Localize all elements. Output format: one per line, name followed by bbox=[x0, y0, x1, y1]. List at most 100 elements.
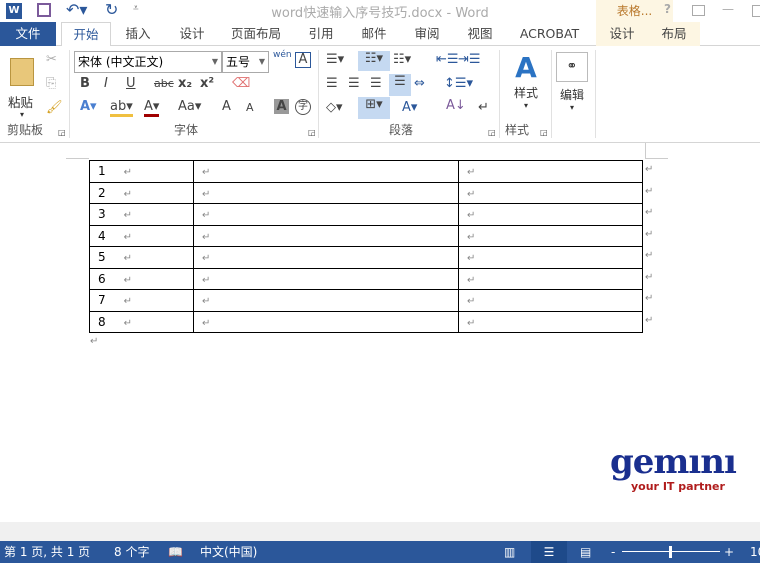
character-shading-button[interactable]: A bbox=[274, 99, 289, 114]
table-cell[interactable]: ↵ bbox=[193, 181, 459, 204]
tab-acrobat[interactable]: ACROBAT bbox=[512, 22, 587, 46]
zoom-slider-thumb[interactable] bbox=[669, 546, 672, 558]
print-layout-icon[interactable]: ☰ bbox=[531, 541, 567, 563]
cut-icon[interactable]: ✂ bbox=[46, 52, 57, 67]
clear-formatting-icon[interactable]: ⌫ bbox=[232, 76, 250, 91]
enclose-characters-button[interactable]: 字 bbox=[295, 99, 311, 115]
styles-button[interactable]: A 样式 ▾ bbox=[506, 52, 546, 124]
tab-review[interactable]: 审阅 bbox=[405, 22, 449, 46]
font-name-select[interactable]: 宋体 (中文正文) ▼ bbox=[74, 51, 222, 73]
web-layout-icon[interactable]: ▤ bbox=[580, 541, 591, 563]
dialog-launcher-icon[interactable]: ◲ bbox=[488, 128, 496, 137]
tab-view[interactable]: 视图 bbox=[458, 22, 502, 46]
table-cell[interactable]: 8 ↵ bbox=[89, 310, 194, 333]
zoom-out-button[interactable]: - bbox=[611, 541, 615, 563]
table-cell[interactable]: ↵ bbox=[458, 246, 643, 269]
table-cell[interactable]: ↵ bbox=[193, 160, 459, 183]
asian-layout-button[interactable]: A▾ bbox=[402, 100, 417, 115]
table-cell[interactable]: ↵ bbox=[193, 267, 459, 290]
table-cell[interactable]: 7 ↵ bbox=[89, 289, 194, 312]
row-end-mark: ↵ bbox=[645, 228, 654, 240]
table-cell[interactable]: ↵ bbox=[458, 267, 643, 290]
borders-button[interactable]: ⊞▾ bbox=[358, 97, 390, 119]
tab-home[interactable]: 开始 bbox=[61, 22, 111, 47]
dialog-launcher-icon[interactable]: ◲ bbox=[58, 128, 66, 137]
table-cell[interactable]: 1 ↵ bbox=[89, 160, 194, 183]
text-effects-button[interactable]: A▾ bbox=[80, 99, 97, 114]
bold-button[interactable]: B bbox=[80, 76, 90, 91]
tab-insert[interactable]: 插入 bbox=[116, 22, 160, 46]
table-cell[interactable]: ↵ bbox=[193, 224, 459, 247]
tab-table-design[interactable]: 设计 bbox=[596, 22, 648, 46]
format-painter-icon[interactable]: 🖌 bbox=[46, 100, 63, 115]
underline-button[interactable]: U bbox=[126, 76, 136, 91]
zoom-level[interactable]: 10 bbox=[750, 541, 760, 563]
show-marks-button[interactable]: ↵ bbox=[478, 100, 489, 115]
page-count[interactable]: 第 1 页, 共 1 页 bbox=[4, 541, 90, 563]
table-cell[interactable]: ↵ bbox=[458, 289, 643, 312]
table-cell[interactable]: ↵ bbox=[458, 203, 643, 226]
tab-table-layout[interactable]: 布局 bbox=[648, 22, 700, 46]
justify-button[interactable]: ☰ bbox=[389, 74, 411, 96]
word-count[interactable]: 8 个字 bbox=[114, 541, 149, 563]
grow-font-button[interactable]: A bbox=[222, 99, 231, 114]
strikethrough-button[interactable]: abc bbox=[154, 77, 174, 90]
table-cell[interactable]: 2 ↵ bbox=[89, 181, 194, 204]
maximize-button[interactable] bbox=[752, 5, 760, 17]
proofing-icon[interactable]: 📖 bbox=[168, 541, 183, 563]
help-button[interactable]: ? bbox=[664, 2, 671, 16]
shading-button[interactable]: ◇▾ bbox=[326, 100, 343, 115]
table-cell[interactable]: 5 ↵ bbox=[89, 246, 194, 269]
chevron-down-icon: ▾ bbox=[569, 103, 574, 112]
multilevel-list-button[interactable]: ☷▾ bbox=[393, 52, 411, 67]
character-border-button[interactable]: A bbox=[295, 52, 311, 68]
align-center-button[interactable]: ☰ bbox=[348, 76, 360, 91]
language[interactable]: 中文(中国) bbox=[200, 541, 257, 563]
table-cell[interactable]: ↵ bbox=[458, 181, 643, 204]
table-cell[interactable]: ↵ bbox=[458, 310, 643, 333]
line-spacing-button[interactable]: ↕☰▾ bbox=[444, 76, 473, 91]
read-mode-icon[interactable]: ▥ bbox=[504, 541, 515, 563]
italic-button[interactable]: I bbox=[104, 76, 108, 91]
distributed-button[interactable]: ⇔ bbox=[414, 76, 425, 91]
table-cell[interactable]: ↵ bbox=[193, 310, 459, 333]
change-case-button[interactable]: Aa▾ bbox=[178, 99, 201, 114]
table-cell[interactable]: ↵ bbox=[193, 246, 459, 269]
increase-indent-button[interactable]: ⇥☰ bbox=[458, 52, 481, 67]
sort-button[interactable]: A↓ bbox=[446, 98, 466, 113]
dialog-launcher-icon[interactable]: ◲ bbox=[308, 128, 316, 137]
table-cell[interactable]: ↵ bbox=[458, 224, 643, 247]
table-cell[interactable]: 6 ↵ bbox=[89, 267, 194, 290]
font-color-button[interactable]: A▾ bbox=[144, 99, 160, 117]
numbering-button[interactable]: ☷▾ bbox=[358, 51, 390, 71]
ribbon-display-icon[interactable] bbox=[692, 5, 705, 16]
minimize-button[interactable]: — bbox=[722, 2, 734, 16]
copy-icon[interactable]: ⎘ bbox=[46, 76, 56, 91]
highlight-button[interactable]: ab▾ bbox=[110, 99, 133, 117]
tab-mailings[interactable]: 邮件 bbox=[352, 22, 396, 46]
document-table[interactable]: 1 ↵ ↵ ↵ 2 ↵ ↵ ↵ 3 ↵ ↵ ↵ 4 ↵ ↵ ↵ 5 ↵ ↵ ↵ 6 ↵ ↵ ↵ 7 ↵ ↵ ↵ 8 ↵ ↵ ↵ bbox=[89, 160, 643, 333]
align-right-button[interactable]: ☰ bbox=[370, 76, 382, 91]
superscript-button[interactable]: x² bbox=[200, 76, 214, 91]
decrease-indent-button[interactable]: ⇤☰ bbox=[436, 52, 459, 67]
table-cell[interactable]: 4 ↵ bbox=[89, 224, 194, 247]
bullets-button[interactable]: ☰▾ bbox=[326, 52, 344, 67]
font-size-select[interactable]: 五号 ▼ bbox=[222, 51, 269, 73]
table-cell[interactable]: ↵ bbox=[193, 203, 459, 226]
editing-button[interactable]: ⚭ 编辑 ▾ bbox=[556, 52, 588, 124]
title-bar: W ↶▾ ↻ ⩡ word快速输入序号技巧.docx - Word 表格... … bbox=[0, 0, 760, 22]
zoom-in-button[interactable]: + bbox=[724, 541, 734, 563]
table-cell[interactable]: ↵ bbox=[458, 160, 643, 183]
table-cell[interactable]: 3 ↵ bbox=[89, 203, 194, 226]
shrink-font-button[interactable]: A bbox=[246, 101, 254, 114]
phonetic-guide-button[interactable]: wén bbox=[273, 50, 292, 60]
align-left-button[interactable]: ☰ bbox=[326, 76, 338, 91]
tab-layout[interactable]: 页面布局 bbox=[226, 22, 286, 46]
dialog-launcher-icon[interactable]: ◲ bbox=[540, 128, 548, 137]
chevron-down-icon: ▾ bbox=[20, 110, 25, 119]
tab-design[interactable]: 设计 bbox=[170, 22, 214, 46]
table-cell[interactable]: ↵ bbox=[193, 289, 459, 312]
tab-references[interactable]: 引用 bbox=[299, 22, 343, 46]
subscript-button[interactable]: x₂ bbox=[178, 76, 192, 91]
tab-file[interactable]: 文件 bbox=[0, 22, 56, 46]
